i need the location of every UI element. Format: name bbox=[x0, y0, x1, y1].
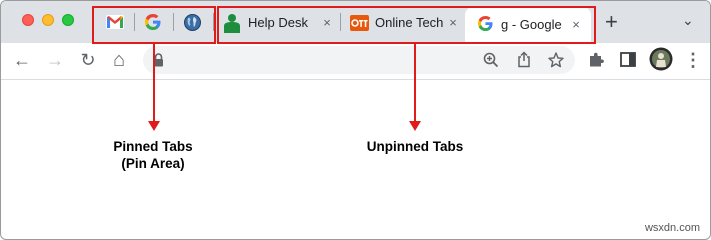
pinned-tab-globe[interactable] bbox=[178, 9, 206, 35]
profile-avatar[interactable] bbox=[649, 47, 673, 71]
watermark: wsxdn.com bbox=[644, 222, 700, 234]
browser-window: Help Desk × Online Tech × g - Google × +… bbox=[0, 0, 711, 240]
google-icon bbox=[145, 14, 161, 30]
person-icon bbox=[224, 14, 240, 33]
google-icon bbox=[478, 16, 493, 31]
side-panel-icon[interactable] bbox=[620, 52, 636, 67]
pinned-tabs-label-line2: (Pin Area) bbox=[121, 156, 185, 171]
share-icon[interactable] bbox=[517, 51, 531, 68]
gmail-icon bbox=[106, 15, 124, 29]
tab-online-tech[interactable]: Online Tech × bbox=[345, 7, 463, 39]
tab-title: g - Google bbox=[501, 17, 562, 32]
chrome-menu-button[interactable]: ⋮ bbox=[681, 48, 705, 72]
new-tab-button[interactable]: + bbox=[605, 11, 618, 33]
reload-button[interactable]: ↻ bbox=[76, 48, 100, 72]
back-button[interactable]: ← bbox=[10, 48, 34, 72]
pinned-tab-separator bbox=[173, 13, 174, 31]
tab-help-desk[interactable]: Help Desk × bbox=[218, 7, 336, 39]
close-window-button[interactable] bbox=[22, 14, 34, 26]
globe-icon bbox=[183, 13, 201, 31]
close-tab-button[interactable]: × bbox=[568, 16, 584, 32]
pinned-tab-google[interactable] bbox=[139, 9, 167, 35]
pinned-tabs-label-line1: Pinned Tabs bbox=[113, 139, 193, 154]
pinned-tab-gmail[interactable] bbox=[101, 9, 129, 35]
address-bar[interactable] bbox=[143, 46, 575, 74]
tab-strip: Help Desk × Online Tech × g - Google × +… bbox=[1, 1, 710, 43]
maximize-window-button[interactable] bbox=[62, 14, 74, 26]
unpinned-arrow bbox=[409, 43, 421, 131]
forward-button[interactable]: → bbox=[43, 48, 67, 72]
close-tab-button[interactable]: × bbox=[319, 14, 335, 30]
tab-search-chevron-icon[interactable]: ⌄ bbox=[682, 12, 694, 29]
tab-separator bbox=[340, 13, 341, 31]
pinned-tabs-label: Pinned Tabs (Pin Area) bbox=[93, 138, 213, 172]
ott-icon bbox=[350, 15, 369, 31]
home-button[interactable]: ⌂ bbox=[107, 48, 131, 72]
tab-google-search[interactable]: g - Google × bbox=[465, 7, 591, 43]
close-tab-button[interactable]: × bbox=[445, 14, 461, 30]
tab-title: Online Tech bbox=[375, 15, 444, 30]
extensions-puzzle-icon[interactable] bbox=[588, 51, 605, 68]
bookmark-star-icon[interactable] bbox=[548, 52, 564, 68]
unpinned-tabs-label: Unpinned Tabs bbox=[366, 139, 464, 154]
tab-title: Help Desk bbox=[248, 15, 308, 30]
tab-separator bbox=[213, 13, 214, 31]
pinned-arrow bbox=[148, 43, 160, 131]
minimize-window-button[interactable] bbox=[42, 14, 54, 26]
pinned-tab-separator bbox=[134, 13, 135, 31]
zoom-icon[interactable] bbox=[483, 52, 499, 68]
